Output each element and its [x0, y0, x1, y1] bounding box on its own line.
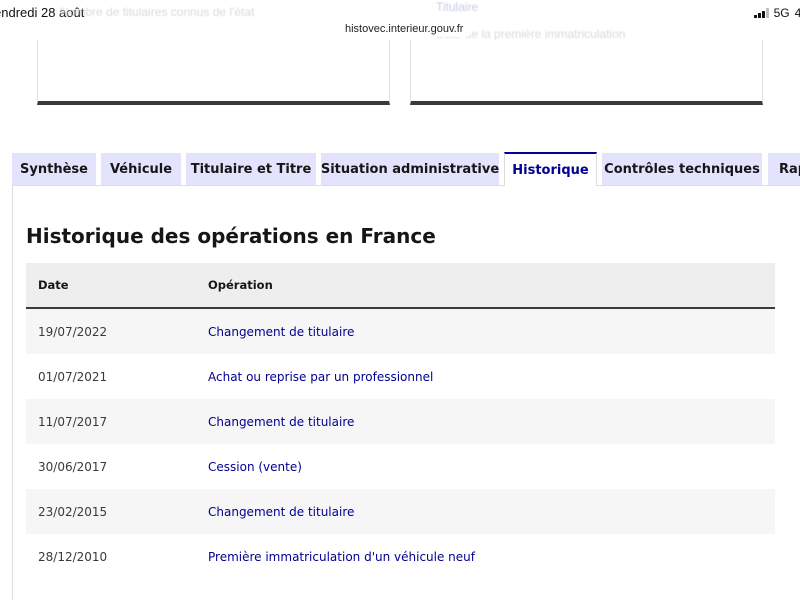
row-operation: Achat ou reprise par un professionnel: [208, 369, 434, 384]
row-date: 23/02/2015: [38, 504, 108, 519]
row-date: 11/07/2017: [38, 414, 108, 429]
background-text-left: Nombre de titulaires connus de l'état: [60, 5, 255, 19]
tab-vehicule[interactable]: Véhicule: [101, 153, 181, 185]
row-date: 01/07/2021: [38, 369, 108, 384]
row-operation: Changement de titulaire: [208, 504, 355, 519]
row-operation: Cession (vente): [208, 459, 302, 474]
row-operation: Changement de titulaire: [208, 414, 355, 429]
row-date: 19/07/2022: [38, 324, 108, 339]
table-header: Date Opération: [26, 263, 775, 309]
battery-level: 41: [794, 6, 800, 20]
header-operation: Opération: [208, 278, 273, 292]
operations-table: Date Opération 19/07/2022 Changement de …: [26, 263, 775, 579]
tab-controles-techniques[interactable]: Contrôles techniques: [602, 153, 762, 185]
address-bar[interactable]: histovec.interieur.gouv.fr: [335, 21, 474, 37]
page: endredi 28 août 5G 41 Nombre de titulair…: [0, 0, 800, 600]
status-indicators: 5G 41: [754, 6, 800, 20]
background-link-right: Titulaire: [436, 0, 479, 14]
header-date: Date: [38, 278, 69, 292]
table-row: 11/07/2017 Changement de titulaire: [26, 399, 775, 444]
tab-bar: Synthèse Véhicule Titulaire et Titre Sit…: [0, 152, 800, 186]
tab-historique[interactable]: Historique: [504, 152, 597, 186]
tab-rapport[interactable]: Rap: [768, 153, 800, 185]
table-row: 23/02/2015 Changement de titulaire: [26, 489, 775, 534]
row-date: 28/12/2010: [38, 549, 108, 564]
table-row: 28/12/2010 Première immatriculation d'un…: [26, 534, 775, 579]
table-row: 01/07/2021 Achat ou reprise par un profe…: [26, 354, 775, 399]
cellular-signal-icon: [754, 8, 769, 18]
info-card-left: [37, 40, 390, 105]
tab-titulaire-et-titre[interactable]: Titulaire et Titre: [186, 153, 316, 185]
row-operation: Changement de titulaire: [208, 324, 355, 339]
table-body: 19/07/2022 Changement de titulaire 01/07…: [26, 309, 775, 579]
info-card-right: [410, 40, 763, 105]
table-row: 30/06/2017 Cession (vente): [26, 444, 775, 489]
tab-synthese[interactable]: Synthèse: [12, 153, 96, 185]
table-row: 19/07/2022 Changement de titulaire: [26, 309, 775, 354]
tab-situation-administrative[interactable]: Situation administrative: [321, 153, 499, 185]
network-type: 5G: [773, 6, 790, 20]
section-title: Historique des opérations en France: [26, 224, 436, 248]
row-operation: Première immatriculation d'un véhicule n…: [208, 549, 475, 564]
row-date: 30/06/2017: [38, 459, 108, 474]
